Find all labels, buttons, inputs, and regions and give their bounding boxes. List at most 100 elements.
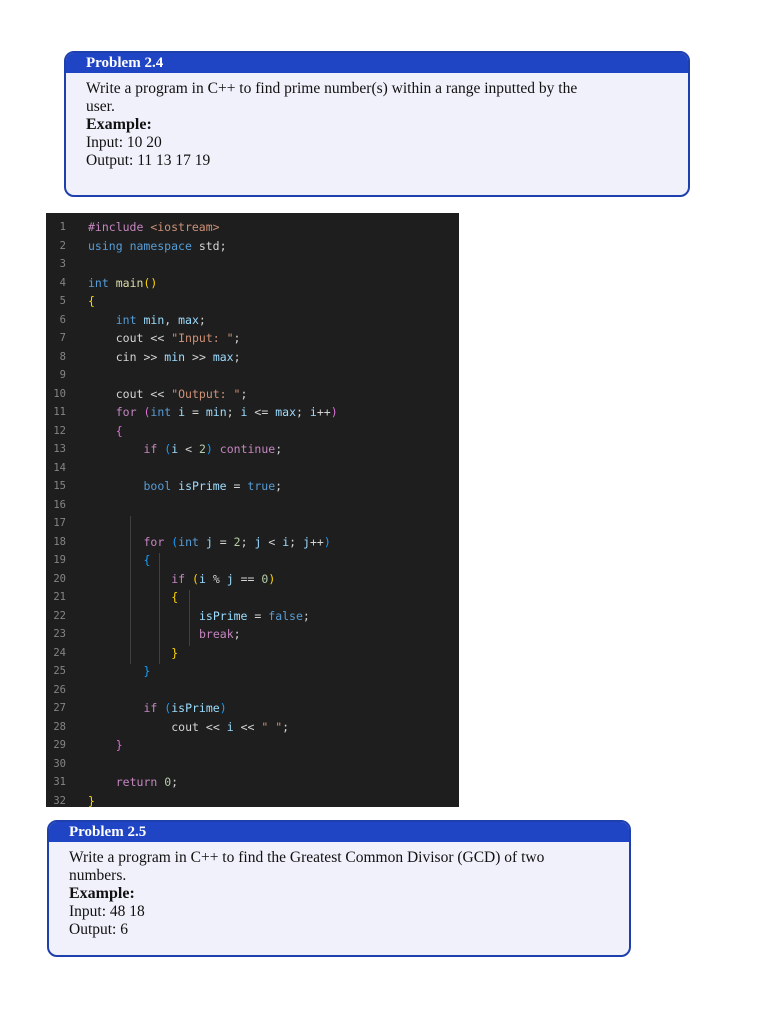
code-text: cin >> min >> max; xyxy=(115,349,241,364)
line-number: 30 xyxy=(53,757,66,770)
problem-2-4-box: Problem 2.4 Write a program in C++ to fi… xyxy=(64,51,690,197)
line-number: 16 xyxy=(53,498,66,511)
code-text: if (isPrime) xyxy=(143,701,227,715)
line-number: 25 xyxy=(53,665,66,677)
code-line: 11 for (int i = min; i <= max; i++) xyxy=(46,403,459,422)
code-line: 21 { xyxy=(46,588,459,607)
line-number: 31 xyxy=(53,776,66,788)
code-text: { xyxy=(88,294,95,308)
line-number: 17 xyxy=(53,517,66,529)
code-line: 25 } xyxy=(46,662,459,681)
problem-2-5-body: Write a program in C++ to find the Great… xyxy=(49,842,629,939)
problem-2-5-box: Problem 2.5 Write a program in C++ to fi… xyxy=(47,820,631,957)
problem-2-5-example-label: Example: xyxy=(69,885,135,902)
code-line: 12 { xyxy=(46,422,459,441)
line-number: 6 xyxy=(59,313,66,326)
line-number: 11 xyxy=(53,406,66,418)
line-number: 26 xyxy=(53,683,66,696)
code-screenshot: 1 #include <iostream> 2 using namespace std… xyxy=(46,213,459,807)
code-line: 30 xyxy=(46,755,459,774)
problem-2-5-output: Output: 6 xyxy=(69,921,128,938)
line-number: 1 xyxy=(59,221,66,233)
code-text: cout << i << " "; xyxy=(171,719,290,734)
code-text: if (i < 2) continue; xyxy=(143,442,283,456)
code-line: 29 } xyxy=(46,736,459,755)
line-number: 15 xyxy=(53,480,66,492)
problem-2-5-title: Problem 2.5 xyxy=(49,822,629,842)
line-number: 10 xyxy=(53,387,66,400)
code-text: return 0; xyxy=(115,775,179,789)
line-number: 20 xyxy=(53,572,66,585)
line-number: 24 xyxy=(53,646,66,659)
problem-2-4-description-line1: Write a program in C++ to find prime num… xyxy=(86,80,578,97)
code-line: 6 int min, max; xyxy=(46,311,459,330)
line-number: 32 xyxy=(53,794,66,807)
code-line: 3 xyxy=(46,255,459,274)
code-text: break; xyxy=(199,627,241,641)
problem-2-4-output: Output: 11 13 17 19 xyxy=(86,152,211,169)
code-line: 9 xyxy=(46,366,459,385)
problem-2-5-input: Input: 48 18 xyxy=(69,903,145,920)
code-line: 7 cout << "Input: "; xyxy=(46,329,459,348)
line-number: 8 xyxy=(59,350,66,363)
line-number: 18 xyxy=(53,535,66,548)
code-line: 1 #include <iostream> xyxy=(46,218,459,237)
code-text: #include <iostream> xyxy=(88,220,220,234)
code-text: } xyxy=(143,664,151,678)
line-number: 23 xyxy=(53,628,66,640)
code-line: 18 for (int j = 2; j < i; j++) xyxy=(46,533,459,552)
code-line: 32} xyxy=(46,792,459,808)
code-line: 24 } xyxy=(46,644,459,663)
problem-2-4-example-label: Example: xyxy=(86,116,152,133)
code-line: 26 xyxy=(46,681,459,700)
line-number: 2 xyxy=(59,239,66,252)
code-line: 2 using namespace std; xyxy=(46,237,459,256)
code-line: 5{ xyxy=(46,292,459,311)
line-number: 5 xyxy=(59,295,66,307)
line-number: 28 xyxy=(53,720,66,733)
code-text: int min, max; xyxy=(115,312,206,327)
code-text: for (int j = 2; j < i; j++) xyxy=(143,534,331,549)
code-line: 22 isPrime = false; xyxy=(46,607,459,626)
problem-2-4-title: Problem 2.4 xyxy=(66,53,688,73)
code-text: isPrime = false; xyxy=(199,608,310,623)
code-text: for (int i = min; i <= max; i++) xyxy=(115,405,338,419)
problem-2-5-description-line2: numbers. xyxy=(69,867,127,884)
line-number: 12 xyxy=(53,424,66,437)
code-line: 28 cout << i << " "; xyxy=(46,718,459,737)
code-text: { xyxy=(115,423,123,438)
line-number: 29 xyxy=(53,739,66,751)
line-number: 9 xyxy=(59,369,66,381)
code-line: 31 return 0; xyxy=(46,773,459,792)
line-number: 3 xyxy=(59,258,66,270)
code-line: 14 xyxy=(46,459,459,478)
code-line: 4 int main() xyxy=(46,274,459,293)
problem-2-4-description-line2: user. xyxy=(86,98,115,115)
code-line: 13 if (i < 2) continue; xyxy=(46,440,459,459)
code-line: 17 xyxy=(46,514,459,533)
line-number: 19 xyxy=(53,554,66,566)
code-text: } xyxy=(171,645,179,660)
code-text: int main() xyxy=(88,275,158,290)
code-text: cout << "Output: "; xyxy=(115,386,248,401)
code-line: 8 cin >> min >> max; xyxy=(46,348,459,367)
code-line: 15 bool isPrime = true; xyxy=(46,477,459,496)
code-text: bool isPrime = true; xyxy=(143,479,283,493)
line-number: 22 xyxy=(53,609,66,622)
code-line: 19 { xyxy=(46,551,459,570)
problem-2-5-description-line1: Write a program in C++ to find the Great… xyxy=(69,849,545,866)
code-text: cout << "Input: "; xyxy=(115,331,241,345)
code-text: } xyxy=(115,738,123,752)
code-line: 10 cout << "Output: "; xyxy=(46,385,459,404)
code-text: { xyxy=(143,553,151,567)
code-text: } xyxy=(88,793,95,808)
line-number: 13 xyxy=(53,443,66,455)
code-line: 23 break; xyxy=(46,625,459,644)
code-line: 27 if (isPrime) xyxy=(46,699,459,718)
line-number: 4 xyxy=(59,276,66,289)
code-text: using namespace std; xyxy=(88,238,227,253)
problem-2-4-input: Input: 10 20 xyxy=(86,134,162,151)
line-number: 7 xyxy=(59,332,66,344)
line-number: 21 xyxy=(53,591,66,603)
line-number: 14 xyxy=(53,461,66,474)
